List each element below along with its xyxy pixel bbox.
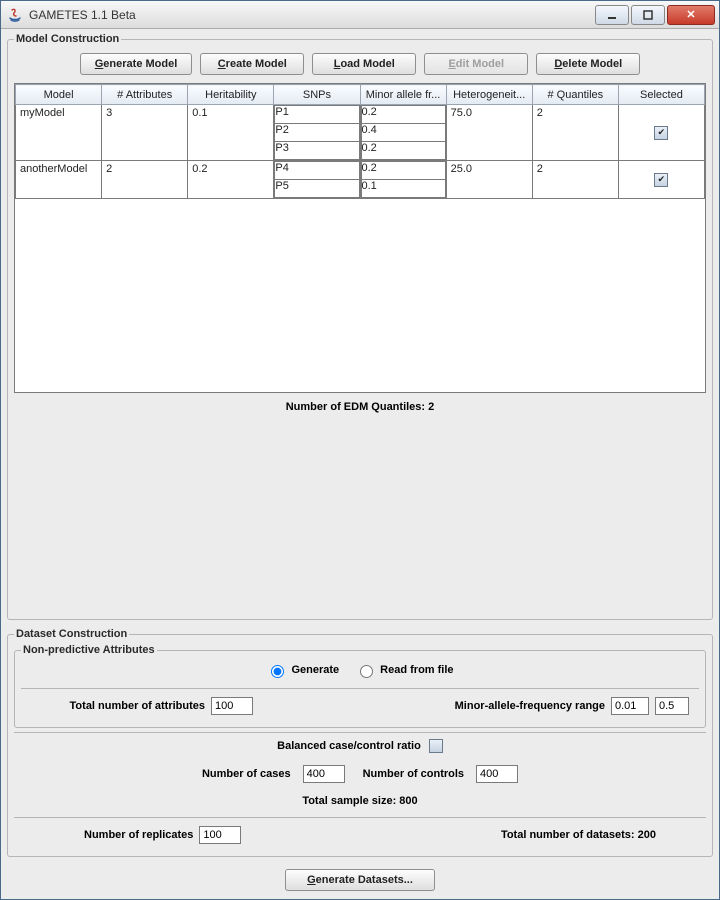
models-col-header[interactable]: # Quantiles: [532, 85, 618, 105]
radio-generate-label: Generate: [291, 664, 339, 676]
models-header-row: Model# AttributesHeritabilitySNPsMinor a…: [16, 85, 705, 105]
selected-checkbox[interactable]: [654, 126, 668, 140]
btn-label: dit Model: [456, 58, 504, 70]
table-row[interactable]: anotherModel20.2P4P50.20.125.02: [16, 161, 705, 199]
btn-label: oad Model: [340, 58, 394, 70]
create-model-button[interactable]: Create Model: [200, 53, 304, 75]
load-model-button[interactable]: Load Model: [312, 53, 416, 75]
app-window: GAMETES 1.1 Beta ✕ Model Construction Ge…: [0, 0, 720, 900]
generate-datasets-row: Generate Datasets...: [7, 863, 713, 893]
non-predictive-title: Non-predictive Attributes: [21, 644, 157, 656]
models-col-header[interactable]: # Attributes: [102, 85, 188, 105]
btn-label: enerate Model: [103, 58, 177, 70]
cases-label: Number of cases: [202, 768, 291, 780]
models-col-header[interactable]: Selected: [618, 85, 704, 105]
controls-label: Number of controls: [357, 768, 464, 780]
selected-cell: [618, 105, 704, 161]
maf-cell: 0.20.1: [360, 161, 446, 199]
delete-model-button[interactable]: Delete Model: [536, 53, 640, 75]
snps-cell: P1P2P3: [274, 105, 360, 161]
sub-cell: 0.2: [361, 106, 445, 124]
maf-range-label: Minor-allele-frequency range: [455, 700, 611, 712]
window-controls: ✕: [593, 5, 715, 25]
maf-low-input[interactable]: [611, 697, 649, 715]
models-table: Model# AttributesHeritabilitySNPsMinor a…: [15, 84, 705, 199]
total-attr-input[interactable]: [211, 697, 253, 715]
selected-checkbox[interactable]: [654, 173, 668, 187]
heterogeneity-cell: 75.0: [446, 105, 532, 161]
model-construction-group: Model Construction Generate Model Create…: [7, 33, 713, 620]
titlebar: GAMETES 1.1 Beta ✕: [1, 1, 719, 29]
attr-mode-radio-group: Generate Read from file: [21, 660, 699, 686]
total-datasets-label: Total number of datasets: 200: [370, 829, 696, 841]
model-cell: myModel: [16, 105, 102, 161]
replicates-label: Number of replicates: [84, 829, 199, 841]
model-construction-title: Model Construction: [14, 33, 121, 45]
models-col-header[interactable]: Heritability: [188, 85, 274, 105]
btn-label: elete Model: [562, 58, 622, 70]
sub-cell: 0.2: [361, 162, 445, 180]
sub-cell: 0.1: [361, 180, 445, 198]
attributes-cell: 3: [102, 105, 188, 161]
maf-cell: 0.20.40.2: [360, 105, 446, 161]
maximize-button[interactable]: [631, 5, 665, 25]
edm-quantiles-label: Number of EDM Quantiles: 2: [14, 393, 706, 419]
minimize-button[interactable]: [595, 5, 629, 25]
radio-readfile-label: Read from file: [380, 664, 453, 676]
total-attr-label: Total number of attributes: [31, 700, 211, 712]
models-col-header[interactable]: Heterogeneit...: [446, 85, 532, 105]
dataset-construction-title: Dataset Construction: [14, 628, 129, 640]
generate-model-button[interactable]: Generate Model: [80, 53, 193, 75]
sub-cell: P1: [275, 106, 359, 124]
balanced-row: Balanced case/control ratio: [14, 735, 706, 757]
replicates-row: Number of replicates Total number of dat…: [14, 820, 706, 850]
model-cell: anotherModel: [16, 161, 102, 199]
radio-generate-input[interactable]: [271, 665, 284, 678]
window-title: GAMETES 1.1 Beta: [29, 8, 593, 22]
cases-controls-row: Number of cases Number of controls: [14, 757, 706, 787]
balanced-checkbox[interactable]: [429, 739, 443, 753]
replicates-input[interactable]: [199, 826, 241, 844]
heritability-cell: 0.2: [188, 161, 274, 199]
btn-label: reate Model: [226, 58, 287, 70]
heritability-cell: 0.1: [188, 105, 274, 161]
balanced-label: Balanced case/control ratio: [277, 740, 429, 752]
quantiles-cell: 2: [532, 105, 618, 161]
generate-datasets-button[interactable]: Generate Datasets...: [285, 869, 435, 891]
attr-row: Total number of attributes Minor-allele-…: [21, 691, 699, 721]
content-area: Model Construction Generate Model Create…: [1, 29, 719, 899]
cases-input[interactable]: [303, 765, 345, 783]
selected-cell: [618, 161, 704, 199]
controls-input[interactable]: [476, 765, 518, 783]
sub-cell: P5: [275, 180, 359, 198]
radio-generate[interactable]: Generate: [266, 662, 339, 678]
models-col-header[interactable]: SNPs: [274, 85, 360, 105]
sub-cell: 0.2: [361, 142, 445, 160]
snps-cell: P4P5: [274, 161, 360, 199]
sub-cell: P4: [275, 162, 359, 180]
sub-cell: P3: [275, 142, 359, 160]
non-predictive-group: Non-predictive Attributes Generate Read …: [14, 644, 706, 728]
edit-model-button: Edit Model: [424, 53, 528, 75]
models-col-header[interactable]: Model: [16, 85, 102, 105]
maf-high-input[interactable]: [655, 697, 689, 715]
close-button[interactable]: ✕: [667, 5, 715, 25]
model-toolbar: Generate Model Create Model Load Model E…: [14, 49, 706, 83]
heterogeneity-cell: 25.0: [446, 161, 532, 199]
sub-cell: 0.4: [361, 124, 445, 142]
sub-cell: P2: [275, 124, 359, 142]
java-icon: [7, 7, 23, 23]
radio-readfile[interactable]: Read from file: [355, 662, 453, 678]
table-row[interactable]: myModel30.1P1P2P30.20.40.275.02: [16, 105, 705, 161]
models-col-header[interactable]: Minor allele fr...: [360, 85, 446, 105]
quantiles-cell: 2: [532, 161, 618, 199]
total-sample-label: Total sample size: 800: [14, 787, 706, 815]
dataset-construction-group: Dataset Construction Non-predictive Attr…: [7, 628, 713, 857]
models-table-wrap: Model# AttributesHeritabilitySNPsMinor a…: [14, 83, 706, 393]
btn-label: enerate Datasets...: [316, 874, 413, 886]
radio-readfile-input[interactable]: [360, 665, 373, 678]
attributes-cell: 2: [102, 161, 188, 199]
